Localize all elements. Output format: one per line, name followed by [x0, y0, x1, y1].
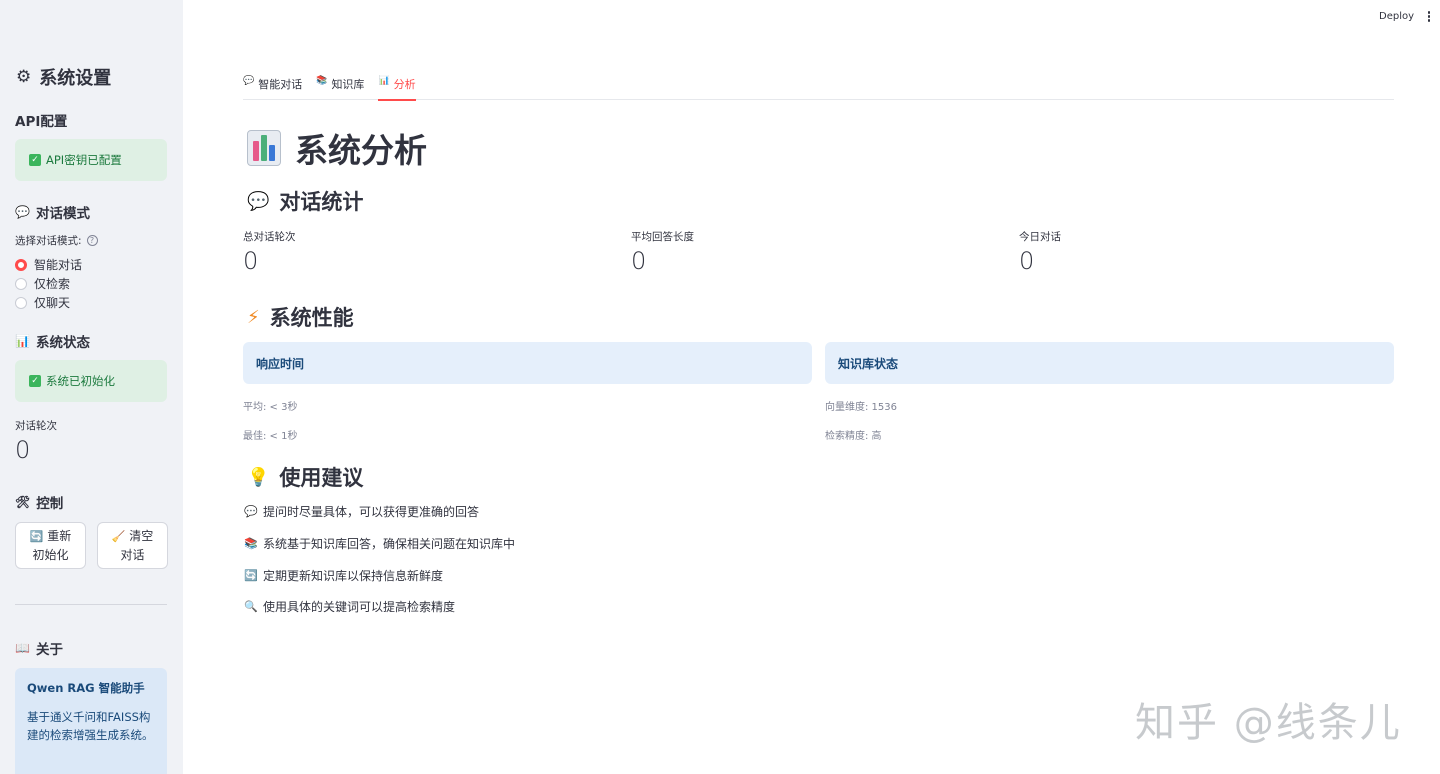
mode-radio-retrieval[interactable]: 仅检索: [15, 275, 70, 292]
broom-icon: 🧹: [111, 530, 126, 543]
response-time-box: 响应时间: [243, 342, 812, 384]
speech-bubble-icon: 💬: [244, 505, 258, 518]
clear-chat-button[interactable]: 🧹 清空 对话: [97, 522, 168, 569]
status-header: 📊 系统状态: [15, 334, 90, 351]
about-header: 📖 关于: [15, 641, 63, 658]
vector-dimension: 向量维度: 1536: [825, 402, 897, 413]
metric-avg-length-label: 平均回答长度: [631, 231, 694, 243]
page-title: 系统分析: [247, 124, 427, 172]
radio-selected-icon[interactable]: [15, 258, 27, 271]
response-avg: 平均: < 3秒: [243, 402, 298, 413]
watermark: 知乎 @线条儿: [1135, 700, 1402, 746]
stats-header: 💬 对话统计: [247, 190, 364, 214]
tools-icon: 🛠: [15, 495, 31, 509]
rounds-label: 对话轮次: [15, 420, 57, 432]
rounds-value: 0: [15, 436, 31, 464]
api-status-alert: ✓ API密钥已配置: [15, 139, 167, 181]
api-config-header: API配置: [15, 114, 68, 130]
system-status-alert: ✓ 系统已初始化: [15, 360, 167, 402]
tab-smart-chat[interactable]: 💬 智能对话: [243, 72, 302, 100]
metric-avg-length-value: 0: [631, 247, 647, 275]
tip-item: 📚 系统基于知识库回答，确保相关问题在知识库中: [244, 537, 516, 551]
radio-unselected-icon[interactable]: [15, 296, 27, 309]
mode-radio-smart[interactable]: 智能对话: [15, 256, 82, 273]
tips-header: 💡 使用建议: [247, 466, 364, 490]
gear-icon: ⚙: [16, 67, 32, 87]
about-info-box: Qwen RAG 智能助手 基于通义千问和FAISS构建的检索增强生成系统。: [15, 668, 167, 774]
tip-item: 💬 提问时尽量具体，可以获得更准确的回答: [244, 505, 480, 519]
refresh-icon: 🔄: [29, 530, 44, 543]
response-best: 最佳: < 1秒: [243, 431, 298, 442]
main-menu-icon[interactable]: [1426, 11, 1432, 23]
metric-today-value: 0: [1019, 247, 1035, 275]
sidebar-title: ⚙ 系统设置: [16, 67, 112, 89]
tab-analysis[interactable]: 📊 分析: [378, 72, 416, 101]
mode-header: 💬 对话模式: [15, 205, 90, 222]
mode-radio-label: 选择对话模式: ?: [15, 233, 98, 248]
bar-chart-icon: 📊: [378, 76, 390, 86]
speech-bubble-icon: 💬: [247, 190, 270, 212]
tab-knowledge-base[interactable]: 📚 知识库: [316, 72, 364, 100]
reinitialize-button[interactable]: 🔄 重新 初始化: [15, 522, 86, 569]
checkmark-icon: ✓: [29, 154, 41, 166]
deploy-button[interactable]: Deploy: [1379, 11, 1414, 22]
retrieval-precision: 检索精度: 高: [825, 431, 882, 442]
sidebar: ⚙ 系统设置 API配置 ✓ API密钥已配置 💬 对话模式 选择对话模式: ?…: [0, 0, 183, 774]
magnifier-icon: 🔍: [244, 600, 258, 613]
speech-bubble-icon: 💬: [243, 76, 255, 86]
bar-chart-icon: 📊: [15, 334, 30, 348]
mode-radio-chat[interactable]: 仅聊天: [15, 294, 70, 311]
about-description: 基于通义千问和FAISS构建的检索增强生成系统。: [27, 710, 154, 742]
refresh-icon: 🔄: [244, 569, 258, 582]
perf-header: ⚡ 系统性能: [247, 306, 354, 330]
metric-total-rounds-value: 0: [243, 247, 259, 275]
radio-unselected-icon[interactable]: [15, 277, 27, 290]
tip-item: 🔄 定期更新知识库以保持信息新鲜度: [244, 569, 444, 583]
lightbulb-icon: 💡: [247, 466, 270, 488]
lightning-icon: ⚡: [247, 306, 260, 328]
speech-bubble-icon: 💬: [15, 205, 30, 219]
sidebar-divider: [15, 604, 167, 605]
bar-chart-icon: [247, 130, 281, 166]
help-icon[interactable]: ?: [86, 235, 98, 246]
control-header: 🛠 控制: [15, 495, 64, 512]
book-icon: 📖: [15, 641, 30, 655]
kb-status-box: 知识库状态: [825, 342, 1394, 384]
books-icon: 📚: [244, 537, 258, 550]
metric-today-label: 今日对话: [1019, 231, 1061, 243]
about-title: Qwen RAG 智能助手: [27, 681, 145, 695]
tip-item: 🔍 使用具体的关键词可以提高检索精度: [244, 600, 456, 614]
tab-bar: 💬 智能对话 📚 知识库 📊 分析: [243, 72, 1394, 101]
checkmark-icon: ✓: [29, 375, 41, 387]
books-icon: 📚: [316, 76, 328, 86]
metric-total-rounds-label: 总对话轮次: [243, 231, 296, 243]
